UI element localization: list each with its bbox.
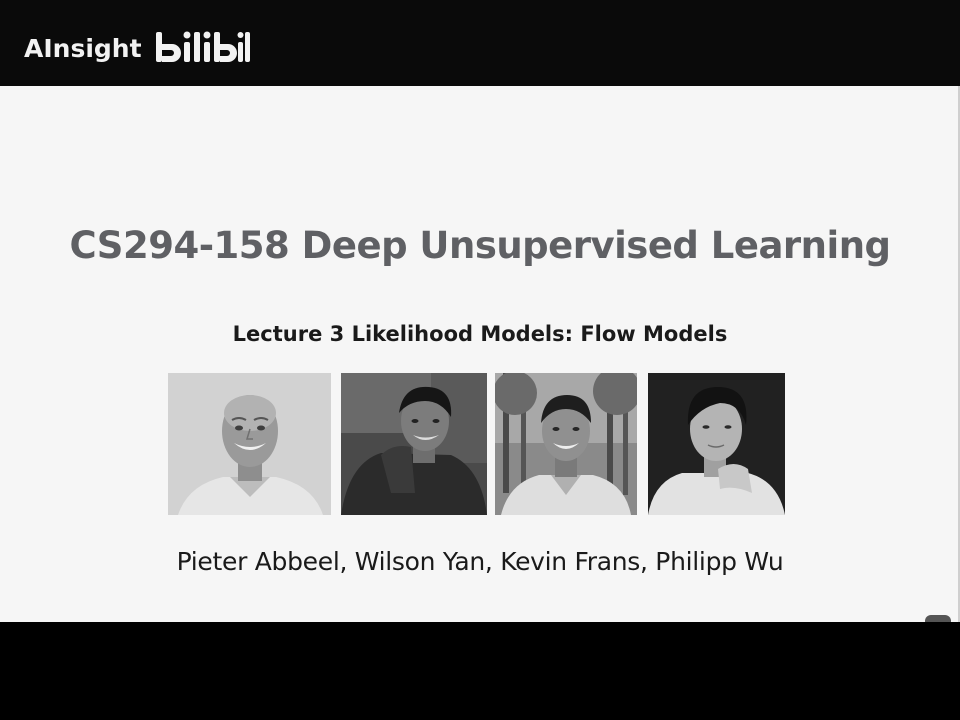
top-letterbox: AInsight [0, 0, 960, 86]
lecture-slide: CS294-158 Deep Unsupervised Learning Lec… [0, 86, 960, 622]
channel-watermark: AInsight [24, 28, 252, 68]
portrait-photo-icon [648, 373, 785, 515]
video-frame: AInsight CS294-158 Deep Unsupervised Lea… [0, 0, 960, 720]
portrait-photo-icon [341, 373, 487, 515]
slide-title: CS294-158 Deep Unsupervised Learning [69, 224, 891, 267]
portrait-photo-icon [168, 373, 331, 515]
bottom-letterbox [0, 622, 960, 720]
slide-authors: Pieter Abbeel, Wilson Yan, Kevin Frans, … [176, 547, 784, 576]
portrait-photo-2 [341, 373, 487, 515]
portrait-photo-1 [168, 373, 331, 515]
bilibili-logo [155, 31, 250, 62]
portrait-photo-4 [648, 373, 785, 515]
channel-name: AInsight [24, 33, 142, 63]
portrait-photo-icon [495, 373, 637, 515]
portrait-photo-3 [495, 373, 637, 515]
slide-subtitle: Lecture 3 Likelihood Models: Flow Models [232, 322, 728, 346]
